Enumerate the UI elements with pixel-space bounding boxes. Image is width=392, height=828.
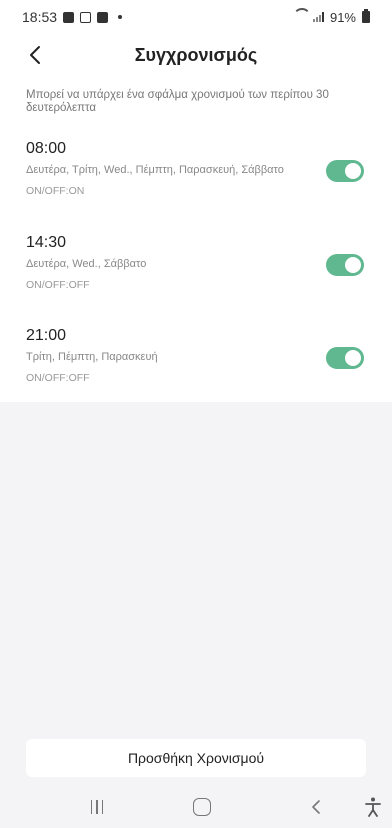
recents-button[interactable]	[85, 799, 109, 815]
status-left: 18:53	[22, 9, 123, 25]
page-title: Συγχρονισμός	[134, 44, 258, 65]
timer-toggle-0800[interactable]	[326, 160, 364, 182]
wifi-icon	[293, 12, 307, 22]
header: Συγχρονισμός	[0, 34, 392, 76]
timer-item-1430[interactable]: 14:30 Δευτέρα, Wed., Σάββατο ON/OFF:OFF	[26, 233, 372, 299]
timer-onoff-status: ON/OFF:OFF	[26, 279, 90, 291]
timer-item-2100[interactable]: 21:00 Τρίτη, Πέμπτη, Παρασκευή ON/OFF:OF…	[26, 326, 372, 392]
timer-days: Δευτέρα, Wed., Σάββατο	[26, 258, 147, 270]
more-notifications-icon	[118, 15, 123, 19]
toggle-knob	[345, 163, 361, 179]
navigation-bar	[0, 786, 392, 828]
gallery-notification-icon	[63, 11, 75, 23]
timer-time: 21:00	[26, 327, 67, 344]
timer-toggle-1430[interactable]	[326, 254, 364, 276]
timer-time: 08:00	[26, 140, 67, 157]
status-time: 18:53	[22, 9, 58, 25]
accessibility-icon	[365, 797, 381, 817]
back-icon	[312, 800, 320, 814]
timer-list: Μπορεί να υπάρχει ένα σφάλμα χρονισμού τ…	[0, 76, 392, 402]
timing-error-note: Μπορεί να υπάρχει ένα σφάλμα χρονισμού τ…	[26, 89, 329, 114]
timer-item-0800[interactable]: 08:00 Δευτέρα, Τρίτη, Wed., Πέμπτη, Παρα…	[26, 139, 372, 205]
recents-icon	[90, 800, 93, 814]
status-bar: 18:53 91%	[0, 0, 392, 34]
timer-onoff-status: ON/OFF:OFF	[26, 372, 90, 384]
timer-days: Δευτέρα, Τρίτη, Wed., Πέμπτη, Παρασκευή,…	[26, 164, 284, 176]
home-button[interactable]	[193, 798, 211, 816]
battery-icon	[362, 9, 370, 23]
app-notification-icon	[80, 11, 92, 23]
toggle-knob	[345, 257, 361, 273]
screen: 18:53 91% Συγχρονισμός Μπορεί να υπάρχει…	[0, 0, 392, 828]
timer-toggle-2100[interactable]	[326, 347, 364, 369]
chevron-left-icon	[30, 46, 40, 64]
timer-time: 14:30	[26, 234, 67, 251]
toggle-knob	[345, 350, 361, 366]
status-right: 91%	[293, 9, 370, 25]
timer-onoff-status: ON/OFF:ON	[26, 185, 85, 197]
back-button[interactable]	[20, 40, 50, 70]
battery-percentage: 91%	[329, 9, 356, 25]
message-notification-icon	[97, 11, 109, 23]
add-timer-button[interactable]: Προσθήκη Χρονισμού	[26, 739, 366, 777]
signal-icon	[312, 12, 324, 22]
accessibility-button[interactable]	[363, 796, 383, 818]
timer-days: Τρίτη, Πέμπτη, Παρασκευή	[26, 351, 158, 363]
system-back-button[interactable]	[308, 798, 324, 816]
